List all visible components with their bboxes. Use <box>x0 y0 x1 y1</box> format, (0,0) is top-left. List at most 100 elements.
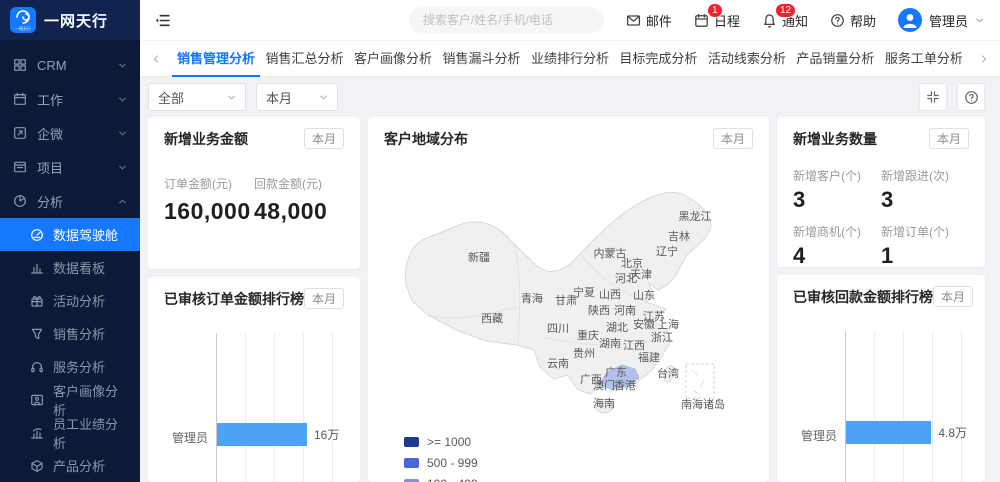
province-label-澳门: 澳门 <box>593 377 615 393</box>
tab-3[interactable]: 销售漏斗分析 <box>437 41 525 77</box>
legend-item: 100 - 499 <box>404 477 478 482</box>
right-column: 新增业务数量 本月 新增客户(个)3新增跟进(次)3新增商机(个)4新增订单(个… <box>777 117 985 482</box>
period-badge: 本月 <box>304 288 344 309</box>
header-action-1[interactable]: 日程1 <box>694 11 740 30</box>
analysis-tabbar: 销售管理分析销售汇总分析客户画像分析销售漏斗分析业绩排行分析目标完成分析活动线索… <box>140 40 1000 77</box>
tabs-scroll-right-icon[interactable] <box>976 54 992 64</box>
sidebar-subitem-5[interactable]: 客户画像分析 <box>0 383 140 416</box>
province-label-湖南: 湖南 <box>599 335 621 351</box>
user-name: 管理员 <box>929 11 968 30</box>
chevron-down-icon <box>118 95 127 104</box>
legend-item: >= 1000 <box>404 435 478 449</box>
sidebar-item-3[interactable]: 项目 <box>0 150 140 184</box>
sidebar-menu: CRM工作企微项目分析数据驾驶舱数据看板活动分析销售分析服务分析客户画像分析员工… <box>0 40 140 482</box>
china-map: 新疆黑龙江吉林辽宁内蒙古北京天津河北宁夏山西山东甘肃青海陕西河南江苏西藏四川湖北… <box>368 117 768 482</box>
header-action-2[interactable]: 通知12 <box>762 11 808 30</box>
province-label-新疆: 新疆 <box>468 249 490 265</box>
province-label-云南: 云南 <box>547 355 569 371</box>
admin-avatar <box>898 8 922 32</box>
card-payment-amount-ranking: 已审核回款金额排行榜 本月 管理员 4.8万 <box>777 275 985 482</box>
chevron-down-icon <box>118 129 127 138</box>
tab-6[interactable]: 活动线索分析 <box>703 41 791 77</box>
province-label-陕西: 陕西 <box>588 302 610 318</box>
chevron-up-icon <box>118 197 127 206</box>
app-title: 一网天行 <box>44 10 108 31</box>
tab-7[interactable]: 产品销量分析 <box>791 41 879 77</box>
order-bar-chart: 管理员 16万 <box>164 333 344 471</box>
sidebar-item-1[interactable]: 工作 <box>0 82 140 116</box>
period-select[interactable]: 本月 <box>256 83 338 111</box>
province-label-河北: 河北 <box>615 270 637 286</box>
sidebar-subitem-0[interactable]: 数据驾驶舱 <box>0 218 140 251</box>
header-action-3[interactable]: 帮助 <box>830 11 876 30</box>
sidebar-subitem-2[interactable]: 活动分析 <box>0 284 140 317</box>
card-new-business-count: 新增业务数量 本月 新增客户(个)3新增跟进(次)3新增商机(个)4新增订单(个… <box>777 117 985 267</box>
tab-2[interactable]: 客户画像分析 <box>349 41 437 77</box>
grid-icon <box>13 58 27 72</box>
chart-plot-area: 4.8万 <box>845 331 967 482</box>
scope-select-value: 全部 <box>158 88 184 107</box>
chevron-down-icon <box>118 163 127 172</box>
card-title: 新增业务数量 <box>793 129 877 149</box>
scope-select[interactable]: 全部 <box>148 83 246 111</box>
card-title: 新增业务金额 <box>164 129 248 149</box>
left-column: 新增业务金额 本月 订单金额(元)160,000回款金额(元)48,000 已审… <box>148 117 360 482</box>
legend-swatch <box>404 458 419 468</box>
metric-value: 3 <box>881 187 969 213</box>
help-button[interactable] <box>957 83 985 111</box>
main-area: 邮件 日程1 通知12 帮助 管理员 销售管理分析销售汇总分析客户画像分析销售漏斗分析… <box>140 0 1000 482</box>
header-action-0[interactable]: 邮件 <box>626 11 672 30</box>
period-badge: 本月 <box>713 128 753 149</box>
headset-icon <box>30 360 44 374</box>
sidebar-subitem-6[interactable]: 员工业绩分析 <box>0 416 140 449</box>
help-circle-icon <box>964 90 979 105</box>
sidebar-subitem-1[interactable]: 数据看板 <box>0 251 140 284</box>
metric-value: 3 <box>793 187 881 213</box>
logo-mark-text: 一网天行 <box>10 27 36 31</box>
sidebar-item-crm[interactable]: CRM <box>0 48 140 82</box>
notification-badge: 1 <box>707 3 723 18</box>
menu-fold-icon[interactable] <box>154 12 171 29</box>
search-input[interactable] <box>409 7 604 33</box>
province-label-海南: 海南 <box>593 395 615 411</box>
topbar: 邮件 日程1 通知12 帮助 管理员 <box>140 0 1000 40</box>
middle-column: 新疆黑龙江吉林辽宁内蒙古北京天津河北宁夏山西山东甘肃青海陕西河南江苏西藏四川湖北… <box>368 117 769 482</box>
sidebar-item-2[interactable]: 企微 <box>0 116 140 150</box>
tab-8[interactable]: 服务工单分析 <box>880 41 968 77</box>
mail-icon <box>626 13 641 28</box>
bell-icon <box>762 13 777 28</box>
metric: 新增跟进(次)3 <box>881 167 969 213</box>
tab-1[interactable]: 销售汇总分析 <box>260 41 348 77</box>
province-label-福建: 福建 <box>638 349 660 365</box>
sidebar-subitem-7[interactable]: 产品分析 <box>0 449 140 482</box>
filterbar: 全部 本月 <box>140 77 1000 117</box>
metric-label: 回款金额(元) <box>254 175 344 192</box>
province-label-重庆: 重庆 <box>577 327 599 343</box>
province-label-湖北: 湖北 <box>606 319 628 335</box>
period-badge: 本月 <box>304 128 344 149</box>
portrait-icon <box>30 393 44 407</box>
province-label-山西: 山西 <box>599 286 621 302</box>
funnel-icon <box>30 327 44 341</box>
user-menu[interactable]: 管理员 <box>898 8 984 32</box>
tab-0[interactable]: 销售管理分析 <box>172 41 260 77</box>
period-badge: 本月 <box>929 128 969 149</box>
tabs: 销售管理分析销售汇总分析客户画像分析销售漏斗分析业绩排行分析目标完成分析活动线索… <box>164 41 976 77</box>
metric: 新增订单(个)1 <box>881 223 969 267</box>
product-cube-icon <box>30 459 44 473</box>
legend-label: 500 - 999 <box>427 456 478 470</box>
fullscreen-button[interactable] <box>919 83 947 111</box>
province-label-四川: 四川 <box>547 320 569 336</box>
sidebar-subitem-4[interactable]: 服务分析 <box>0 350 140 383</box>
tab-5[interactable]: 目标完成分析 <box>614 41 702 77</box>
chevron-down-icon <box>118 61 127 70</box>
tab-4[interactable]: 业绩排行分析 <box>526 41 614 77</box>
south-china-sea-inset <box>686 364 714 398</box>
card-title: 客户地域分布 <box>384 129 468 149</box>
sidebar-subitem-3[interactable]: 销售分析 <box>0 317 140 350</box>
province-label-黑龙江: 黑龙江 <box>679 208 712 224</box>
tabs-scroll-left-icon[interactable] <box>148 54 164 64</box>
board-chart-icon <box>30 261 44 275</box>
sidebar-item-4[interactable]: 分析 <box>0 184 140 218</box>
header-actions: 邮件 日程1 通知12 帮助 <box>626 11 876 30</box>
